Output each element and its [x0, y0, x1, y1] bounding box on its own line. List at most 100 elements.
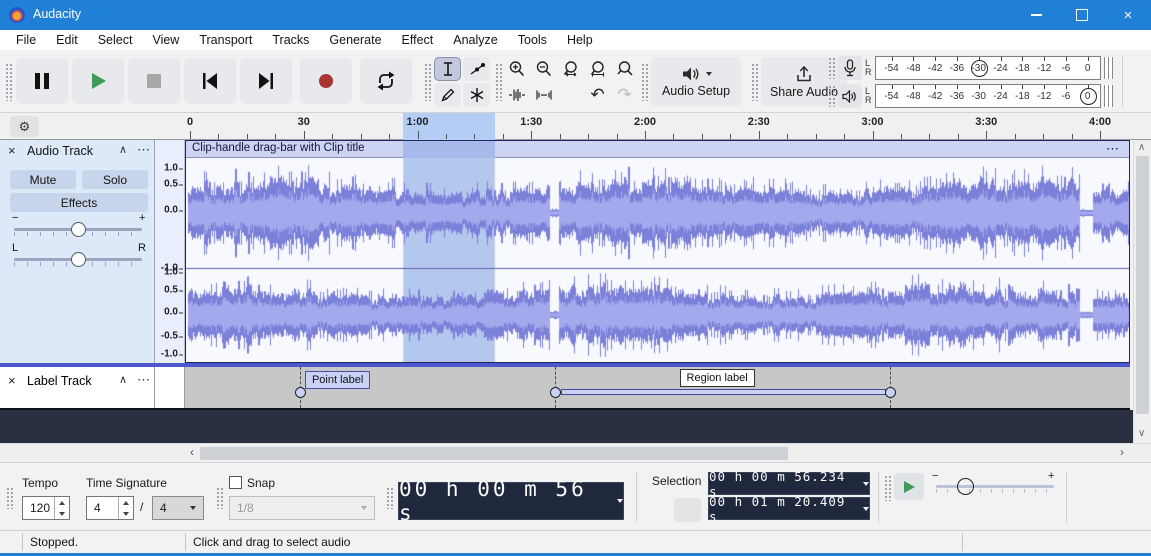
zoom-in-button[interactable] [503, 57, 530, 81]
menu-view[interactable]: View [142, 33, 189, 47]
edit-toolbar-grip[interactable] [495, 63, 502, 101]
transport-toolbar-grip[interactable] [5, 63, 12, 101]
track-title[interactable]: Audio Track [27, 144, 93, 158]
title-bar[interactable]: Audacity × [0, 0, 1151, 30]
tempo-spinner[interactable] [54, 497, 69, 519]
skip-to-start-button[interactable] [184, 58, 236, 104]
skip-to-end-button[interactable] [240, 58, 292, 104]
zoom-toggle-button[interactable] [611, 57, 638, 81]
vertical-scale-ruler[interactable]: 1.00.50.0-1.01.00.50.0-0.5-1.0 [155, 140, 185, 363]
selection-end-field[interactable]: 00 h 01 m 20.409 s [708, 497, 870, 520]
playback-meter-scale[interactable]: -54-48-42-36-30-24-18-12-60 [875, 84, 1101, 108]
label-track-title[interactable]: Label Track [27, 374, 92, 388]
horizontal-scrollbar[interactable]: ‹ › [0, 443, 1151, 462]
zoom-out-button[interactable] [530, 57, 557, 81]
clip-header[interactable]: Clip-handle drag-bar with Clip title ⋯ [186, 141, 1129, 158]
region-label-bar[interactable] [561, 389, 886, 395]
record-meter-button[interactable] [838, 56, 862, 80]
timeline-options-button[interactable]: ⚙ [10, 116, 39, 137]
label-track-collapse-button[interactable]: ∧ [119, 373, 127, 386]
vertical-scrollbar[interactable]: ∧ ∨ [1133, 140, 1151, 443]
time-signature-spinner[interactable] [118, 497, 133, 519]
pan-slider-thumb[interactable] [71, 252, 86, 267]
envelope-tool-button[interactable] [463, 57, 490, 81]
play-button[interactable] [72, 58, 124, 104]
scroll-up-icon[interactable]: ∧ [1138, 142, 1145, 153]
loop-button[interactable] [360, 58, 412, 104]
time-signature-upper-value[interactable]: 4 [87, 497, 118, 519]
audio-setup-grip[interactable] [641, 63, 648, 101]
track-close-button[interactable]: × [8, 143, 16, 158]
clip-menu-button[interactable]: ⋯ [1106, 141, 1121, 157]
menu-edit[interactable]: Edit [46, 33, 88, 47]
maximize-button[interactable] [1059, 0, 1105, 30]
selection-start-field[interactable]: 00 h 00 m 56.234 s [708, 472, 870, 495]
redo-button[interactable]: ↷ [611, 83, 638, 107]
scroll-left-icon[interactable]: ‹ [190, 445, 194, 459]
menu-transport[interactable]: Transport [189, 33, 262, 47]
track-menu-button[interactable]: ⋯ [137, 142, 151, 158]
playback-volume-thumb[interactable] [1080, 88, 1097, 105]
horizontal-scrollbar-thumb[interactable] [200, 447, 788, 460]
time-signature-lower-select[interactable]: 4 [152, 496, 204, 520]
fit-project-button[interactable] [584, 57, 611, 81]
label-track-content[interactable]: Point label Region label [185, 367, 1130, 408]
vertical-scrollbar-thumb[interactable] [1136, 156, 1149, 414]
audio-track-panel[interactable]: × Audio Track ∧ ⋯ Mute Solo Effects − + … [0, 140, 155, 363]
record-button[interactable] [300, 58, 352, 104]
menu-tracks[interactable]: Tracks [262, 33, 319, 47]
menu-help[interactable]: Help [557, 33, 603, 47]
point-label-box[interactable]: Point label [305, 371, 370, 389]
menu-select[interactable]: Select [88, 33, 143, 47]
region-label-end-handle[interactable] [885, 387, 896, 398]
snap-toolbar-grip[interactable] [216, 487, 223, 509]
play-speed-thumb[interactable] [957, 478, 974, 495]
share-audio-grip[interactable] [751, 63, 758, 101]
audio-setup-button[interactable]: Audio Setup [651, 57, 741, 106]
menu-generate[interactable]: Generate [319, 33, 391, 47]
waveform-track-area[interactable]: Clip-handle drag-bar with Clip title ⋯ [185, 140, 1130, 363]
region-label-box[interactable]: Region label [680, 369, 755, 387]
fit-selection-button[interactable] [557, 57, 584, 81]
solo-button[interactable]: Solo [82, 170, 148, 189]
multi-tool-button[interactable] [463, 83, 490, 107]
track-collapse-button[interactable]: ∧ [119, 143, 127, 156]
recording-meter-scale[interactable]: -54-48-42-36-30-24-18-12-60 [875, 56, 1101, 80]
time-display-grip[interactable] [386, 487, 393, 509]
stop-button[interactable] [128, 58, 180, 104]
menu-analyze[interactable]: Analyze [443, 33, 507, 47]
menu-file[interactable]: File [6, 33, 46, 47]
silence-audio-button[interactable] [530, 83, 557, 107]
audio-position-display[interactable]: 00 h 00 m 56 s [398, 482, 624, 520]
selection-options-button[interactable] [674, 498, 701, 522]
gain-slider-thumb[interactable] [71, 222, 86, 237]
recording-volume-thumb[interactable] [971, 60, 988, 77]
timeline-ruler[interactable]: ⚙ 0301:001:302:002:303:003:304:00 [0, 113, 1151, 140]
snap-interval-select[interactable]: 1/8 [229, 496, 375, 520]
close-button[interactable]: × [1105, 0, 1151, 30]
tools-toolbar-grip[interactable] [424, 63, 431, 101]
scroll-right-icon[interactable]: › [1120, 445, 1124, 459]
pause-button[interactable] [16, 58, 68, 104]
menu-effect[interactable]: Effect [392, 33, 444, 47]
time-signature-upper-spinbox[interactable]: 4 [86, 496, 134, 520]
playback-meter-button[interactable] [838, 84, 862, 108]
selection-tool-button[interactable] [434, 57, 461, 81]
playback-meter-grip[interactable] [828, 85, 835, 107]
label-track-menu-button[interactable]: ⋯ [137, 372, 151, 388]
label-track-panel[interactable]: × Label Track ∧ ⋯ [0, 367, 155, 408]
tempo-value[interactable]: 120 [23, 497, 54, 519]
region-label-start-handle[interactable] [550, 387, 561, 398]
trim-audio-button[interactable] [503, 83, 530, 107]
draw-tool-button[interactable] [434, 83, 461, 107]
menu-tools[interactable]: Tools [508, 33, 557, 47]
play-at-speed-grip[interactable] [884, 475, 891, 501]
time-toolbar-grip[interactable] [6, 487, 13, 509]
recording-meter-grip[interactable] [828, 57, 835, 79]
label-track-close-button[interactable]: × [8, 373, 16, 388]
waveform-canvas[interactable] [186, 158, 1129, 362]
scroll-down-icon[interactable]: ∨ [1138, 428, 1145, 439]
effects-button[interactable]: Effects [10, 193, 148, 212]
snap-checkbox[interactable] [229, 476, 242, 489]
mute-button[interactable]: Mute [10, 170, 76, 189]
